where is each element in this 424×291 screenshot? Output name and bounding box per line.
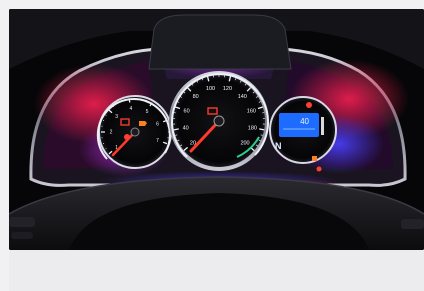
tachometer-label: 3 (115, 114, 118, 120)
speedometer-label: 80 (193, 94, 199, 100)
speedometer-label: 200 (240, 141, 249, 147)
speedometer-label: 100 (206, 86, 215, 92)
speedometer-label: 60 (184, 108, 190, 114)
tachometer-tick (155, 105, 158, 107)
tachometer-tick (128, 98, 131, 103)
footer-strip (9, 250, 424, 291)
tachometer-tick (160, 109, 162, 112)
speedometer-label: 180 (248, 125, 257, 131)
speedometer: 20406080100 120140160180200 (169, 71, 269, 171)
tachometer-label: 2 (110, 130, 113, 136)
tachometer-label: 6 (156, 121, 159, 127)
fuel-icon (306, 102, 312, 108)
tachometer-tick (112, 105, 115, 107)
lcd-reading: 40 (300, 117, 309, 126)
speedometer-label: 120 (223, 86, 232, 92)
tachometer: 1234 567 (96, 95, 172, 169)
gear-indicator: N (275, 141, 282, 151)
brake-warning-icon (124, 134, 130, 140)
tachometer-tick (105, 114, 107, 116)
dashboard-photo: 1234567 20 40 60 80 100 120 140 160 180 200 (9, 9, 424, 250)
instrument-cluster: 1234 567 20406080100 120140160180200 40 … (9, 9, 424, 250)
tachometer-tick (117, 102, 119, 104)
lcd-screen (279, 113, 319, 137)
tachometer-label: 4 (129, 106, 132, 112)
tachometer-tick (105, 148, 107, 150)
tachometer-label: 7 (156, 138, 159, 144)
tachometer-tick (163, 114, 165, 116)
tachometer-label: 5 (146, 109, 149, 115)
speedometer-label: 160 (247, 108, 256, 114)
speedometer-label: 40 (183, 125, 189, 131)
image-card: 1234567 20 40 60 80 100 120 140 160 180 200 (0, 0, 424, 291)
speedometer-label: 140 (238, 94, 247, 100)
